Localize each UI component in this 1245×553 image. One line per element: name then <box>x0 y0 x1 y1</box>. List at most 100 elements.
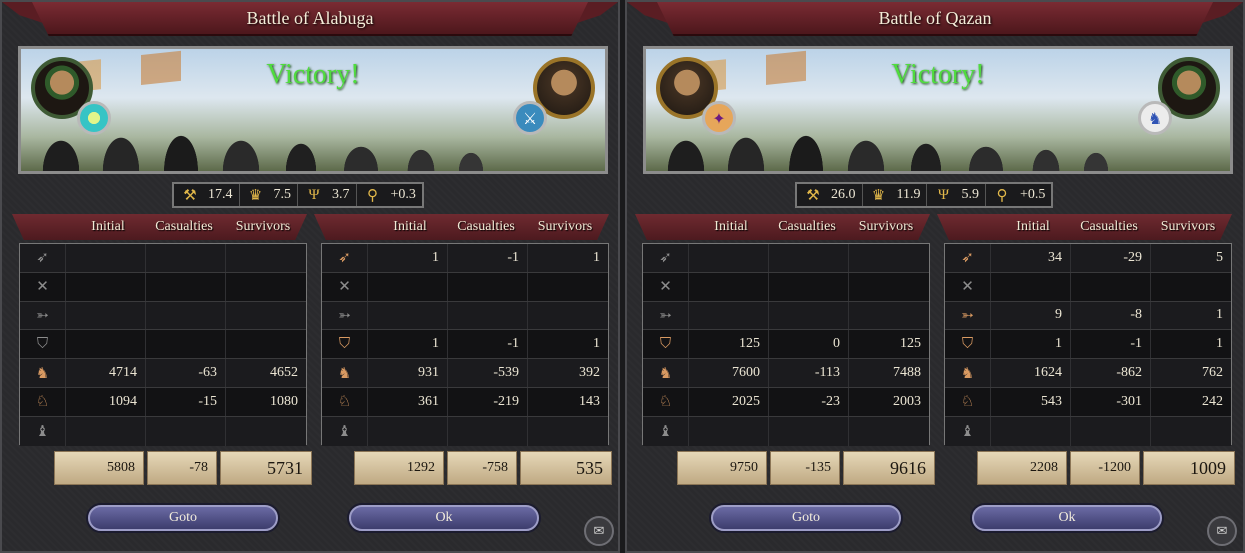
table-row: ➳ <box>20 301 306 331</box>
table-cell: Casualties <box>778 219 836 234</box>
troop-table-left: ➶ ✕ ➳ ⛉ 125 0 125 ♞ 7600 -113 7488 ♘ 2025 -23 200… <box>642 243 930 446</box>
table-cell <box>226 273 306 301</box>
camel-icon[interactable]: ♝ <box>20 416 66 446</box>
siege-icon: ⚒ <box>806 187 820 204</box>
stat-prestige: ♛ 7.5 <box>240 184 298 206</box>
shield-sword-icon[interactable]: ⛉ <box>20 330 66 359</box>
table-cell <box>66 330 146 359</box>
table-cell <box>1071 272 1151 301</box>
troop-table-left: ➶ ✕ ➳ ⛉ ♞ 4714 -63 4652 ♘ 1094 -15 1080 ♝ <box>19 243 307 446</box>
bow-icon[interactable]: ➳ <box>945 301 991 330</box>
table-cell <box>769 301 849 330</box>
stat-tech: ⚲ +0.3 <box>357 184 422 206</box>
table-cell <box>146 416 226 446</box>
table-row: ✕ <box>20 272 306 302</box>
bow-icon[interactable]: ➳ <box>643 301 689 330</box>
heavy-cavalry-icon[interactable]: ♞ <box>643 359 689 387</box>
table-row: ➳ <box>322 301 608 331</box>
table-cell <box>448 272 528 301</box>
crossed-swords-icon[interactable]: ⚔ <box>513 101 547 135</box>
table-cell: -15 <box>146 387 226 416</box>
pikemen-icon[interactable]: ✕ <box>20 272 66 301</box>
table-cell: 26.0 <box>831 187 856 202</box>
archer-icon[interactable]: ➶ <box>643 244 689 272</box>
gem-emblem-icon[interactable] <box>77 101 111 135</box>
table-cell <box>528 417 608 446</box>
table-cell: 2003 <box>893 393 921 409</box>
column-headers-right: Initial Casualties Survivors <box>937 214 1232 240</box>
table-row: ⛉ 1 -1 1 <box>322 330 608 360</box>
mail-icon[interactable]: ✉ <box>584 516 614 546</box>
goto-button[interactable]: Goto <box>88 505 278 531</box>
table-row: ➶ 34 -29 5 <box>945 244 1231 273</box>
mail-icon[interactable]: ✉ <box>1207 516 1237 546</box>
table-cell <box>689 301 769 330</box>
total-initial: 1292 <box>354 451 444 485</box>
ok-button[interactable]: Ok <box>349 505 539 531</box>
totals-left: 5808 -78 5731 <box>54 451 316 485</box>
heavy-cavalry-icon[interactable]: ♞ <box>945 359 991 387</box>
table-row: ⛉ 1 -1 1 <box>945 330 1231 360</box>
table-cell: Casualties <box>457 219 515 234</box>
table-cell <box>226 244 306 272</box>
bow-icon[interactable]: ➳ <box>322 301 368 330</box>
table-cell: -862 <box>1071 359 1151 387</box>
battle-title: Battle of Alabuga <box>246 7 374 28</box>
camel-icon[interactable]: ♝ <box>322 416 368 446</box>
shield-sword-icon[interactable]: ⛉ <box>643 330 689 359</box>
table-cell <box>849 273 929 301</box>
heavy-cavalry-icon[interactable]: ♞ <box>20 359 66 387</box>
archer-icon[interactable]: ➶ <box>945 244 991 272</box>
totals-right: 1292 -758 535 <box>354 451 616 485</box>
table-cell <box>1071 416 1151 446</box>
table-cell: 34 <box>991 244 1071 272</box>
camel-icon[interactable]: ♝ <box>643 416 689 446</box>
ok-button[interactable]: Ok <box>972 505 1162 531</box>
shield-sword-icon[interactable]: ⛉ <box>322 330 368 359</box>
pikemen-icon[interactable]: ✕ <box>322 272 368 301</box>
table-cell <box>146 244 226 272</box>
light-cavalry-icon[interactable]: ♘ <box>322 387 368 416</box>
stat-piety: Ψ 3.7 <box>298 184 357 206</box>
light-cavalry-icon[interactable]: ♘ <box>643 387 689 416</box>
table-cell: -8 <box>1071 301 1151 330</box>
table-cell: 143 <box>579 393 600 409</box>
candelabra-icon: Ψ <box>308 186 320 203</box>
table-cell <box>849 417 929 446</box>
camel-icon[interactable]: ♝ <box>945 416 991 446</box>
table-row: ✕ <box>643 272 929 302</box>
battle-result: Victory! <box>266 59 360 90</box>
table-cell <box>689 272 769 301</box>
troop-table-right: ➶ 1 -1 1 ✕ ➳ ⛉ 1 -1 1 ♞ 931 -539 392 ♘ 361 -219 143 … <box>321 243 609 446</box>
table-cell <box>226 302 306 330</box>
table-cell: -539 <box>448 359 528 387</box>
table-cell: -219 <box>448 387 528 416</box>
table-cell <box>448 301 528 330</box>
table-row: ➶ <box>20 244 306 273</box>
pikemen-icon[interactable]: ✕ <box>643 272 689 301</box>
table-cell: -23 <box>769 387 849 416</box>
table-cell <box>769 272 849 301</box>
bow-icon[interactable]: ➳ <box>20 301 66 330</box>
archer-icon[interactable]: ➶ <box>322 244 368 272</box>
table-cell: 1 <box>1216 336 1223 352</box>
battle-result: Victory! <box>891 59 985 90</box>
goto-button[interactable]: Goto <box>711 505 901 531</box>
shield-sword-icon[interactable]: ⛉ <box>945 330 991 359</box>
table-row: ♘ 543 -301 242 <box>945 387 1231 417</box>
table-cell: Initial <box>714 219 748 234</box>
table-row: ✕ <box>322 272 608 302</box>
table-cell: 543 <box>991 387 1071 416</box>
archer-icon[interactable]: ➶ <box>20 244 66 272</box>
battle-stats-bar: ⚒ 26.0 ♛ 11.9 Ψ 5.9 ⚲ +0.5 <box>795 182 1054 208</box>
table-cell <box>849 244 929 272</box>
light-cavalry-icon[interactable]: ♘ <box>20 387 66 416</box>
light-cavalry-icon[interactable]: ♘ <box>945 387 991 416</box>
table-cell: 2025 <box>689 387 769 416</box>
pikemen-icon[interactable]: ✕ <box>945 272 991 301</box>
horse-icon[interactable]: ♞ <box>1138 101 1172 135</box>
heavy-cavalry-icon[interactable]: ♞ <box>322 359 368 387</box>
battle-stats-bar: ⚒ 17.4 ♛ 7.5 Ψ 3.7 ⚲ +0.3 <box>172 182 424 208</box>
table-row: ✕ <box>945 272 1231 302</box>
purple-emblem-icon[interactable]: ✦ <box>702 101 736 135</box>
